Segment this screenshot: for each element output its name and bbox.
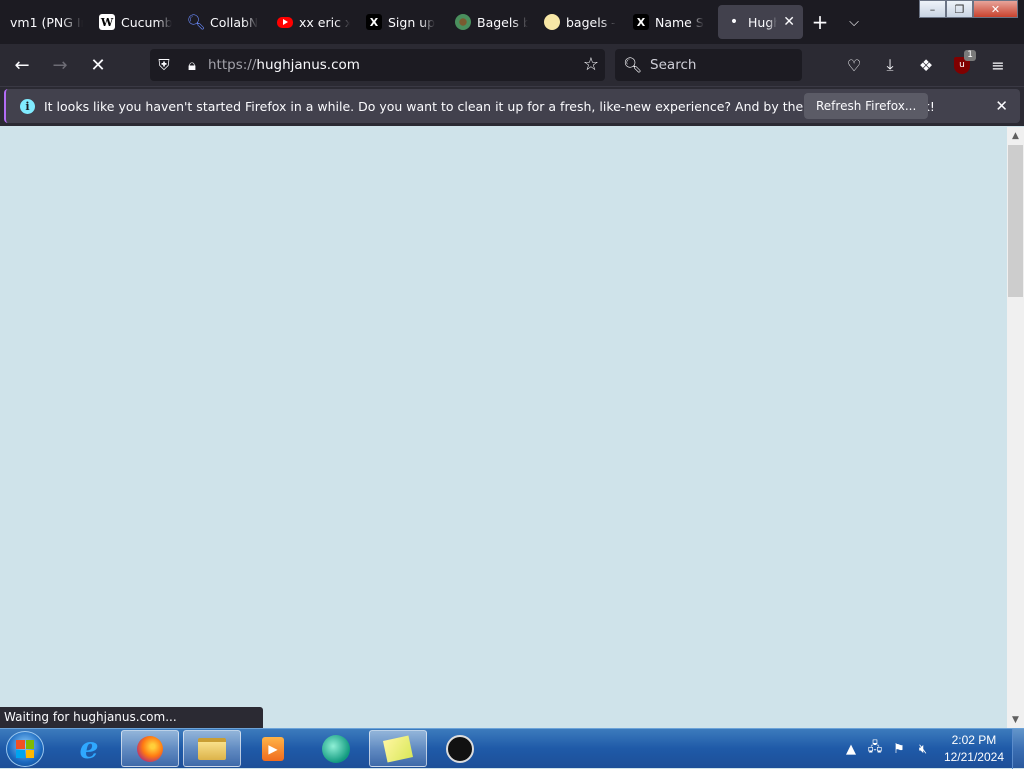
downloads-icon[interactable]: ⤓ bbox=[872, 49, 908, 81]
refresh-firefox-button[interactable]: Refresh Firefox... bbox=[804, 93, 929, 119]
tab-label: bagels - bbox=[566, 14, 616, 30]
bagel-icon bbox=[455, 14, 471, 30]
pocket-icon[interactable]: ♡ bbox=[836, 49, 872, 81]
windows-logo-icon bbox=[16, 740, 34, 758]
new-tab-button[interactable]: + bbox=[803, 5, 837, 39]
back-button[interactable]: ← bbox=[6, 49, 38, 81]
toolbar-buttons: ♡ ⤓ ❖ u 1 ≡ bbox=[836, 49, 1016, 81]
tab-label: vm1 (PNG Im bbox=[10, 14, 83, 30]
tab-hugh-active[interactable]: • Hugh ✕ bbox=[718, 5, 803, 39]
page-content bbox=[0, 127, 1007, 728]
tab-bagels[interactable]: Bagels b bbox=[447, 5, 536, 39]
url-text[interactable]: https://hughjanus.com bbox=[208, 57, 360, 73]
notification: i It looks like you haven't started Fire… bbox=[4, 89, 1020, 123]
lock-icon[interactable]: 🔒︎ bbox=[178, 56, 206, 74]
search-input[interactable] bbox=[650, 57, 791, 73]
window-controls: – ❐ ✕ bbox=[919, 0, 1018, 18]
x-icon: X bbox=[633, 14, 649, 30]
minimize-button[interactable]: – bbox=[919, 0, 946, 18]
stop-loading-button[interactable]: ✕ bbox=[82, 49, 114, 81]
clock-date: 12/21/2024 bbox=[943, 750, 1004, 764]
tab-label: Hugh bbox=[748, 14, 778, 30]
start-button[interactable] bbox=[6, 731, 44, 767]
tab-label: Bagels b bbox=[477, 14, 528, 30]
hamburger-menu-icon[interactable]: ≡ bbox=[980, 49, 1016, 81]
tab-label: Sign up bbox=[388, 14, 436, 30]
blank-icon bbox=[544, 14, 560, 30]
x-icon: X bbox=[366, 14, 382, 30]
extensions-icon[interactable]: ❖ bbox=[908, 49, 944, 81]
circle-app-icon[interactable] bbox=[431, 730, 489, 767]
forward-button[interactable]: → bbox=[44, 49, 76, 81]
vertical-scrollbar[interactable]: ▲ ▼ bbox=[1007, 127, 1024, 728]
notification-message: It looks like you haven't started Firefo… bbox=[44, 98, 935, 114]
url-bar[interactable]: ⛨ 🔒︎ https://hughjanus.com ☆ bbox=[150, 49, 605, 81]
notification-bar: i It looks like you haven't started Fire… bbox=[0, 86, 1024, 126]
teal-app-icon[interactable] bbox=[307, 730, 365, 767]
search-bar[interactable]: 🔍︎ bbox=[615, 49, 802, 81]
sticky-notes-icon[interactable] bbox=[369, 730, 427, 767]
search-icon: 🔍︎ bbox=[186, 13, 206, 31]
tab-cucumber[interactable]: W Cucumb bbox=[91, 5, 180, 39]
internet-explorer-icon[interactable]: e bbox=[60, 730, 118, 767]
ublock-badge: 1 bbox=[964, 50, 976, 61]
shield-icon[interactable]: ⛨ bbox=[150, 56, 178, 74]
file-explorer-icon[interactable] bbox=[183, 730, 241, 767]
navigation-toolbar: ← → ✕ ⛨ 🔒︎ https://hughjanus.com ☆ 🔍︎ ♡ … bbox=[0, 44, 1024, 86]
url-protocol: https:// bbox=[208, 57, 257, 73]
tab-strip: vm1 (PNG Im W Cucumb 🔍︎ CollabN xx eric … bbox=[0, 0, 1024, 44]
close-window-button[interactable]: ✕ bbox=[973, 0, 1018, 18]
show-hidden-icons-icon[interactable]: ▲ bbox=[840, 742, 862, 757]
windows-taskbar: e ▶ ▲ 🖧︎ ⚑ 🔇︎ 2:02 PM 12/21/2024 bbox=[0, 728, 1024, 769]
maximize-button[interactable]: ❐ bbox=[946, 0, 973, 18]
tab-vm1[interactable]: vm1 (PNG Im bbox=[2, 5, 91, 39]
ublock-origin-button[interactable]: u 1 bbox=[944, 49, 980, 81]
tab-list: vm1 (PNG Im W Cucumb 🔍︎ CollabN xx eric … bbox=[0, 0, 803, 44]
media-player-icon[interactable]: ▶ bbox=[244, 730, 302, 767]
scroll-up-arrow-icon[interactable]: ▲ bbox=[1007, 127, 1024, 144]
system-tray: ▲ 🖧︎ ⚑ 🔇︎ 2:02 PM 12/21/2024 bbox=[840, 729, 1024, 769]
clock[interactable]: 2:02 PM 12/21/2024 bbox=[944, 732, 1004, 766]
show-desktop-button[interactable] bbox=[1012, 729, 1024, 769]
clock-time: 2:02 PM bbox=[951, 733, 997, 747]
bookmark-star-icon[interactable]: ☆ bbox=[583, 54, 599, 75]
action-center-flag-icon[interactable]: ⚑ bbox=[888, 742, 910, 757]
close-notification-icon[interactable]: ✕ bbox=[995, 97, 1008, 115]
tab-bagels-2[interactable]: bagels - bbox=[536, 5, 625, 39]
search-icon: 🔍︎ bbox=[623, 56, 643, 74]
close-tab-icon[interactable]: ✕ bbox=[783, 14, 795, 30]
tab-collab[interactable]: 🔍︎ CollabN bbox=[180, 5, 269, 39]
wikipedia-icon: W bbox=[99, 14, 115, 30]
scroll-down-arrow-icon[interactable]: ▼ bbox=[1007, 711, 1024, 728]
tab-label: CollabN bbox=[210, 14, 259, 30]
tab-signup[interactable]: X Sign up bbox=[358, 5, 447, 39]
tab-label: Cucumb bbox=[121, 14, 172, 30]
youtube-icon bbox=[277, 16, 293, 28]
volume-muted-icon[interactable]: 🔇︎ bbox=[912, 742, 934, 757]
tab-label: Name S bbox=[655, 14, 704, 30]
tab-youtube[interactable]: xx eric xx bbox=[269, 5, 358, 39]
info-icon: i bbox=[20, 98, 35, 114]
tab-name[interactable]: X Name S bbox=[625, 5, 714, 39]
tab-label: xx eric xx bbox=[299, 14, 350, 30]
scroll-thumb[interactable] bbox=[1008, 145, 1023, 297]
network-icon[interactable]: 🖧︎ bbox=[864, 738, 886, 760]
url-host: hughjanus.com bbox=[256, 57, 360, 73]
status-panel: Waiting for hughjanus.com... bbox=[0, 707, 263, 728]
firefox-icon[interactable] bbox=[121, 730, 179, 767]
loading-dot-icon: • bbox=[729, 14, 739, 30]
list-all-tabs-button[interactable]: ⌵ bbox=[837, 5, 871, 39]
